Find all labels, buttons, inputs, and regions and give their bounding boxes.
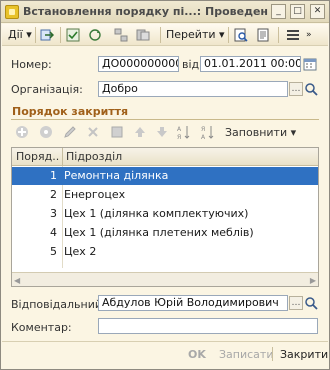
- actions-label: Дії: [8, 28, 23, 41]
- separator: [272, 347, 273, 361]
- responsible-field[interactable]: Абдулов Юрій Володимирович: [98, 295, 288, 311]
- toolbar: Дії ▾ Перейти ▾ »: [2, 24, 328, 46]
- save-button[interactable]: Записати: [219, 348, 273, 361]
- move-down-icon[interactable]: [155, 125, 169, 139]
- number-label: Номер:: [11, 58, 52, 71]
- scroll-left-icon[interactable]: ◀: [14, 276, 20, 285]
- organization-select-button[interactable]: …: [289, 82, 303, 96]
- column-header-department[interactable]: Підрозділ: [66, 150, 122, 163]
- separator: [160, 27, 161, 43]
- move-up-icon[interactable]: [133, 125, 147, 139]
- svg-text:A: A: [177, 126, 182, 133]
- refresh-icon[interactable]: [88, 28, 102, 42]
- search-icon[interactable]: [304, 82, 318, 96]
- document-window: Встановлення порядку пі...: Проведений _…: [0, 0, 330, 370]
- actions-menu[interactable]: Дії ▾: [8, 27, 32, 43]
- add-row-icon[interactable]: [15, 125, 29, 139]
- list-settings-icon[interactable]: [286, 28, 300, 42]
- comment-label: Коментар:: [11, 321, 72, 334]
- fill-menu[interactable]: Заповнити ▾: [225, 126, 296, 139]
- row-order-cell: 1: [50, 169, 57, 182]
- document-icon: [5, 5, 19, 19]
- table-row[interactable]: 3 Цех 1 (ділянка комплектуючих): [12, 205, 318, 223]
- window-title: Встановлення порядку пі...: Проведений: [23, 5, 268, 18]
- more-chevron-icon[interactable]: »: [306, 27, 312, 43]
- chevron-down-icon: ▾: [287, 126, 297, 139]
- fill-label: Заповнити: [225, 126, 288, 139]
- search-icon[interactable]: [304, 296, 318, 310]
- column-header-order[interactable]: Поряд...: [16, 150, 60, 163]
- number-field[interactable]: ДО0000000001: [98, 56, 179, 72]
- horizontal-scrollbar[interactable]: ◀ ▶: [12, 272, 318, 286]
- closing-order-table[interactable]: Поряд... Підрозділ 1 Ремонтна ділянка 2 …: [11, 147, 319, 287]
- row-department-cell: Енергоцех: [64, 188, 126, 201]
- row-department-cell: Ремонтна ділянка: [64, 169, 169, 182]
- table-row[interactable]: 1 Ремонтна ділянка: [12, 167, 318, 185]
- responsible-label: Відповідальний:: [11, 298, 106, 311]
- svg-text:Я: Я: [177, 134, 181, 140]
- separator: [228, 27, 229, 43]
- svg-text:A: A: [201, 134, 206, 140]
- copy-row-icon[interactable]: [39, 125, 53, 139]
- close-button[interactable]: Закрити: [280, 348, 328, 361]
- structure-icon[interactable]: [114, 28, 128, 42]
- go-menu[interactable]: Перейти ▾: [166, 27, 225, 43]
- separator: [35, 27, 36, 43]
- calendar-icon[interactable]: [303, 57, 317, 71]
- comment-field[interactable]: [98, 318, 318, 334]
- row-department-cell: Цех 1 (ділянка комплектуючих): [64, 207, 249, 220]
- organization-field[interactable]: Добро: [98, 81, 288, 97]
- sort-descending-icon[interactable]: Я A: [201, 124, 215, 140]
- ok-button[interactable]: OK: [188, 348, 206, 361]
- minimize-button[interactable]: _: [271, 4, 286, 19]
- section-title: Порядок закриття: [12, 105, 129, 118]
- responsible-select-button[interactable]: …: [289, 296, 303, 310]
- movements-icon[interactable]: [136, 28, 150, 42]
- delete-row-icon[interactable]: [86, 125, 100, 139]
- end-edit-icon[interactable]: [110, 125, 124, 139]
- column-divider: [62, 148, 63, 166]
- title-bar[interactable]: Встановлення порядку пі...: Проведений _…: [1, 1, 329, 23]
- close-window-button[interactable]: ✕: [310, 4, 325, 19]
- row-order-cell: 4: [50, 226, 57, 239]
- table-row[interactable]: 4 Цех 1 (ділянка плетених меблів): [12, 224, 318, 242]
- post-and-close-icon[interactable]: [40, 28, 54, 42]
- row-department-cell: Цех 2: [64, 245, 97, 258]
- row-order-cell: 2: [50, 188, 57, 201]
- section-divider: [11, 119, 319, 120]
- table-header: Поряд... Підрозділ: [12, 148, 318, 166]
- footer-divider: [2, 341, 328, 342]
- edit-row-icon[interactable]: [63, 125, 77, 139]
- table-row[interactable]: 2 Енергоцех: [12, 186, 318, 204]
- chevron-down-icon: ▾: [22, 28, 32, 41]
- sort-ascending-icon[interactable]: A Я: [177, 124, 191, 140]
- table-row[interactable]: 5 Цех 2: [12, 243, 318, 261]
- separator: [60, 27, 61, 43]
- date-field[interactable]: 01.01.2011 00:00:00: [200, 56, 301, 72]
- go-label: Перейти: [166, 28, 216, 41]
- preview-icon[interactable]: [234, 28, 248, 42]
- separator: [278, 27, 279, 43]
- row-department-cell: Цех 1 (ділянка плетених меблів): [64, 226, 254, 239]
- row-order-cell: 5: [50, 245, 57, 258]
- row-order-cell: 3: [50, 207, 57, 220]
- chevron-down-icon: ▾: [215, 28, 225, 41]
- svg-text:Я: Я: [201, 126, 205, 133]
- scroll-right-icon[interactable]: ▶: [310, 276, 316, 285]
- organization-label: Організація:: [11, 83, 83, 96]
- print-form-icon[interactable]: [256, 28, 270, 42]
- post-icon[interactable]: [66, 28, 80, 42]
- restore-button[interactable]: □: [290, 4, 305, 19]
